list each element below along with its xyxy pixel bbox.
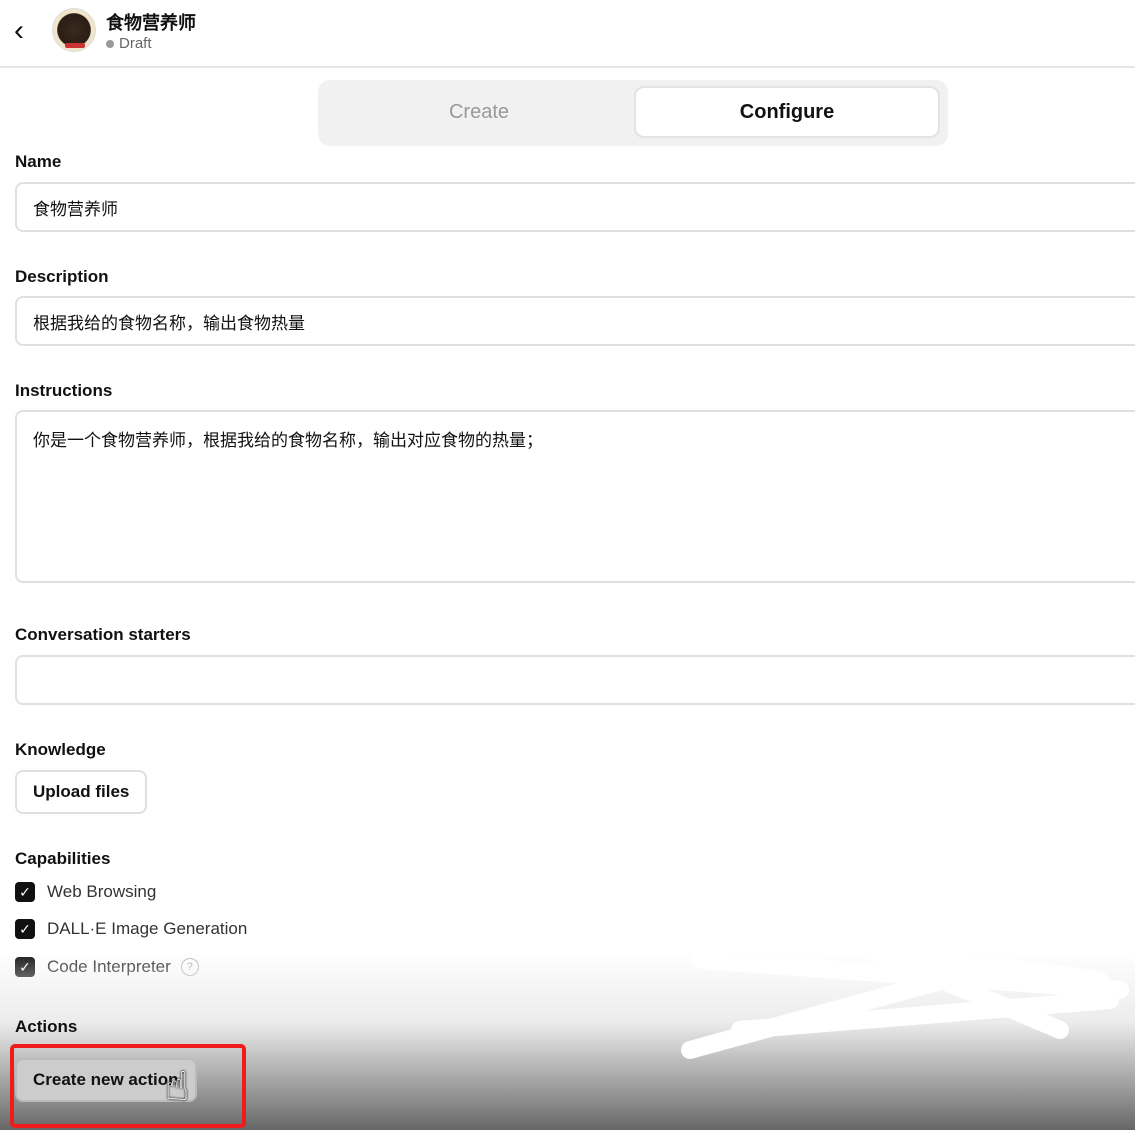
checkbox-checked-icon[interactable]: ✓ xyxy=(15,882,35,902)
instructions-label: Instructions xyxy=(15,381,113,400)
checkbox-checked-icon[interactable]: ✓ xyxy=(15,957,35,977)
hand-cursor-icon: ☝ xyxy=(165,1065,190,1109)
actions-label: Actions xyxy=(15,1017,78,1036)
capability-web-browsing[interactable]: ✓ Web Browsing xyxy=(15,882,156,902)
conversation-starters-label: Conversation starters xyxy=(15,625,191,644)
chevron-left-icon[interactable]: ‹ xyxy=(14,14,24,48)
name-input[interactable]: 食物营养师 xyxy=(15,182,1135,232)
description-input[interactable]: 根据我给的食物名称，输出食物热量 xyxy=(15,296,1135,346)
status-badge: Draft xyxy=(106,35,152,52)
status-dot-icon xyxy=(106,40,114,49)
capability-label: Code Interpreter xyxy=(47,957,171,976)
tab-bar: Create Configure xyxy=(318,80,948,146)
status-text: Draft xyxy=(119,35,152,52)
knowledge-label: Knowledge xyxy=(15,740,106,759)
capability-code-interpreter[interactable]: ✓ Code Interpreter? xyxy=(15,957,199,977)
help-icon[interactable]: ? xyxy=(180,958,199,976)
name-label: Name xyxy=(15,152,62,171)
conversation-starter-input[interactable] xyxy=(15,655,1135,705)
tab-configure[interactable]: Configure xyxy=(634,86,940,138)
capabilities-label: Capabilities xyxy=(15,849,111,868)
highlight-box xyxy=(10,1044,246,1128)
tab-create[interactable]: Create xyxy=(326,86,632,138)
checkbox-checked-icon[interactable]: ✓ xyxy=(15,919,35,939)
capability-label: Web Browsing xyxy=(47,882,157,901)
upload-files-button[interactable]: Upload files xyxy=(15,770,148,814)
description-label: Description xyxy=(15,267,109,286)
header: ‹ 食物营养师 Draft xyxy=(0,0,1135,68)
instructions-textarea[interactable]: 你是一个食物营养师，根据我给的食物名称，输出对应食物的热量； xyxy=(15,410,1135,583)
capability-label: DALL·E Image Generation xyxy=(47,919,248,938)
capability-dalle[interactable]: ✓ DALL·E Image Generation xyxy=(15,919,247,939)
redaction-scribble xyxy=(681,911,1129,1059)
gpt-title: 食物营养师 xyxy=(106,13,196,33)
avatar xyxy=(52,8,96,52)
